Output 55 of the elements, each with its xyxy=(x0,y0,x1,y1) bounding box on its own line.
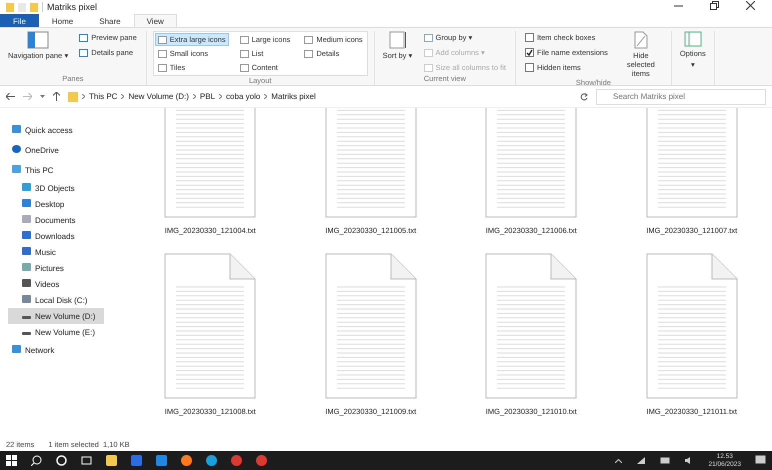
breadcrumb[interactable]: PBL xyxy=(200,92,216,101)
task-view-icon[interactable] xyxy=(81,455,92,466)
sidebar-item[interactable]: 3D Objects xyxy=(8,180,104,196)
breadcrumb[interactable]: New Volume (D:) xyxy=(128,92,189,101)
ribbon-tab[interactable]: File xyxy=(0,14,39,27)
search-icon[interactable] xyxy=(31,455,42,466)
options-icon xyxy=(684,31,702,47)
close-icon xyxy=(746,1,754,10)
sidebar-item[interactable]: Local Disk (C:) xyxy=(8,292,104,308)
ribbon-tab[interactable]: View xyxy=(134,14,177,27)
text-file-icon xyxy=(646,253,738,399)
sidebar-item[interactable]: OneDrive xyxy=(8,140,104,160)
pane-layout-icon xyxy=(27,31,50,49)
sidebar-item[interactable]: Downloads xyxy=(8,228,104,244)
breadcrumb[interactable]: coba yolo xyxy=(226,92,260,101)
window-title: Matriks pixel xyxy=(42,2,98,12)
sidebar-item[interactable]: Documents xyxy=(8,212,104,228)
sidebar-item[interactable]: This PC xyxy=(8,160,104,180)
sidebar-item[interactable]: Videos xyxy=(8,276,104,292)
text-file-icon xyxy=(324,253,417,399)
text-file-icon xyxy=(324,108,417,218)
ribbon-tab[interactable]: Home xyxy=(38,14,86,27)
sidebar-item[interactable]: Pictures xyxy=(8,260,104,276)
ribbon-tab[interactable]: Share xyxy=(86,14,134,27)
restore-icon xyxy=(710,1,718,10)
sidebar-item[interactable]: Quick access xyxy=(8,120,104,140)
windows-start-icon[interactable] xyxy=(6,455,17,466)
sidebar-item[interactable]: Desktop xyxy=(8,196,104,212)
text-file-icon xyxy=(164,253,256,399)
chevron-right-icon xyxy=(192,94,196,99)
breadcrumb[interactable]: This PC xyxy=(89,92,118,101)
circle-icon[interactable] xyxy=(56,455,67,466)
breadcrumb[interactable]: Matriks pixel xyxy=(271,92,316,101)
sidebar-item[interactable]: Music xyxy=(8,244,104,260)
text-file-icon xyxy=(485,253,578,399)
chevron-down-icon[interactable] xyxy=(40,95,45,98)
text-file-icon xyxy=(485,108,578,218)
chevron-right-icon xyxy=(121,94,124,99)
battery-icon[interactable] xyxy=(660,457,670,464)
text-file-icon xyxy=(164,108,256,218)
search-field[interactable]: Search Matriks pixel xyxy=(596,88,766,104)
chevron-right-icon xyxy=(264,94,268,99)
chevron-up-icon[interactable] xyxy=(615,458,622,462)
up-arrow-icon[interactable] xyxy=(53,92,60,101)
sidebar-item[interactable]: New Volume (D:) xyxy=(8,308,104,324)
sidebar-item[interactable]: New Volume (E:) xyxy=(8,324,104,340)
hidden-page-icon xyxy=(634,31,648,49)
chevron-right-icon xyxy=(82,94,85,99)
refresh-icon[interactable] xyxy=(580,92,588,100)
text-file-icon xyxy=(646,108,738,218)
sort-icon xyxy=(388,31,407,49)
sidebar-item[interactable]: Network xyxy=(8,340,104,360)
chevron-right-icon xyxy=(219,94,222,99)
back-arrow-icon[interactable] xyxy=(6,93,15,100)
checkmark-icon xyxy=(526,49,533,56)
